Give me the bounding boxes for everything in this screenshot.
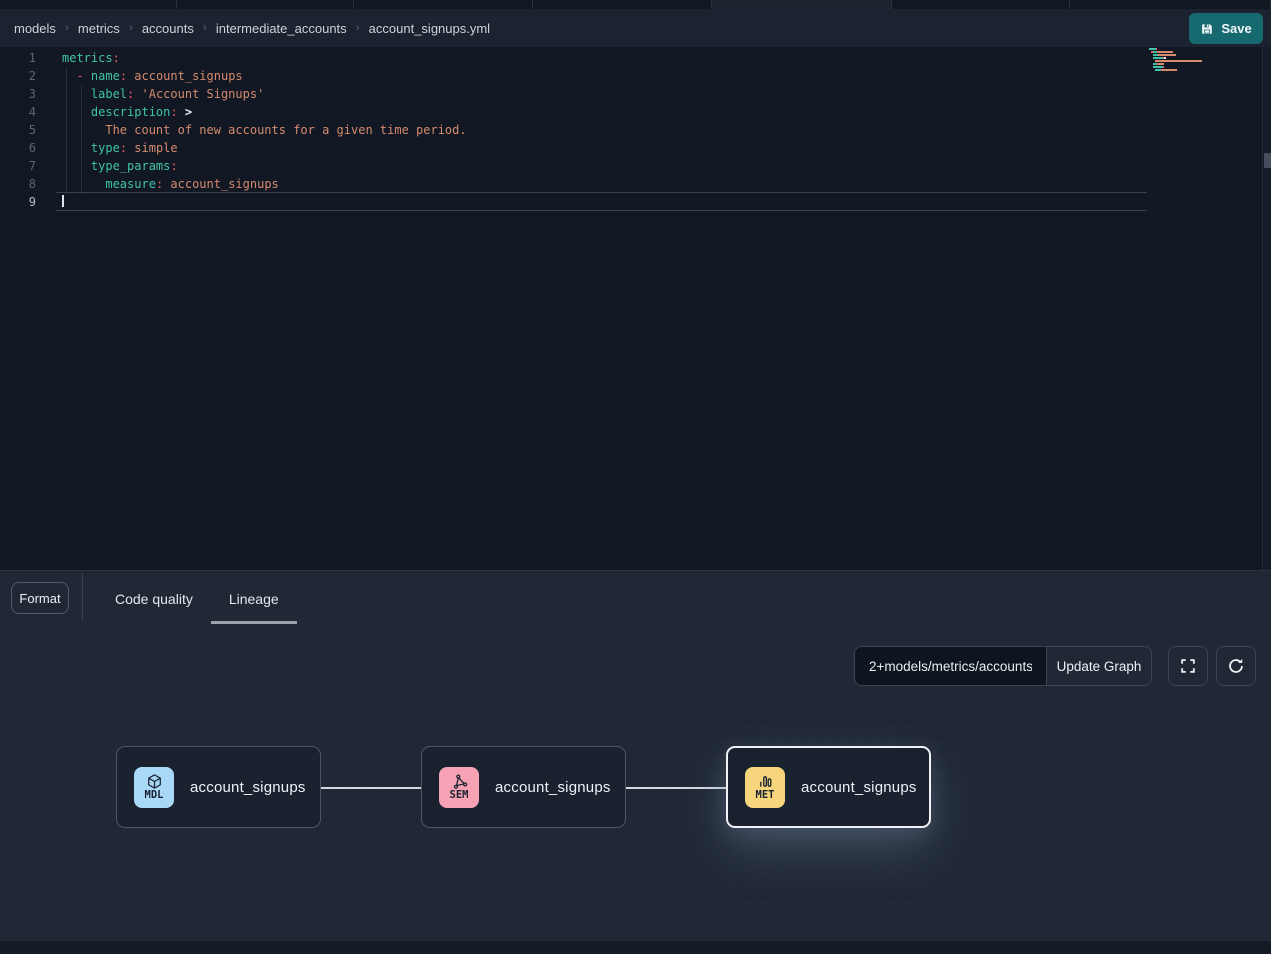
editor-scrollbar[interactable] xyxy=(1262,47,1271,570)
save-button[interactable]: Save xyxy=(1189,13,1263,44)
chevron-right-icon: › xyxy=(65,20,69,34)
code-line: type_params: xyxy=(62,157,1141,175)
save-floppy-icon xyxy=(1200,22,1214,36)
code-line xyxy=(62,193,1141,211)
breadcrumb-bar: models › metrics › accounts › intermediate_acc… xyxy=(0,9,1271,47)
minimap-line xyxy=(1149,48,1207,50)
breadcrumb-item[interactable]: account_signups.yml xyxy=(369,21,490,36)
editor-tab[interactable] xyxy=(177,0,354,9)
lineage-edge xyxy=(626,787,727,789)
graph-selector-group: Update Graph xyxy=(854,646,1152,686)
chevron-right-icon: › xyxy=(203,20,207,34)
line-number: 2 xyxy=(0,67,36,85)
minimap-line xyxy=(1149,51,1207,53)
update-graph-button[interactable]: Update Graph xyxy=(1046,647,1151,685)
refresh-icon xyxy=(1227,657,1245,675)
chevron-right-icon: › xyxy=(356,20,360,34)
lineage-toolbar: Update Graph xyxy=(854,646,1256,686)
editor-tab[interactable] xyxy=(354,0,533,9)
code-line: measure: account_signups xyxy=(62,175,1141,193)
text-cursor xyxy=(62,195,64,207)
graph-footer-strip xyxy=(0,941,1271,954)
graph-selector-input[interactable] xyxy=(855,647,1046,685)
minimap-line xyxy=(1149,54,1207,56)
line-number: 8 xyxy=(0,175,36,193)
semantic-model-icon: SEM xyxy=(439,767,479,808)
editor-tab[interactable] xyxy=(0,0,177,9)
editor-minimap[interactable] xyxy=(1149,48,1207,75)
code-line: The count of new accounts for a given ti… xyxy=(62,121,1141,139)
node-badge: MET xyxy=(756,790,775,802)
node-label: account_signups xyxy=(190,779,306,796)
fullscreen-icon xyxy=(1179,657,1197,675)
breadcrumb-item[interactable]: intermediate_accounts xyxy=(216,21,347,36)
minimap-line xyxy=(1149,66,1207,68)
panel-header-divider xyxy=(82,573,83,621)
fullscreen-button[interactable] xyxy=(1168,646,1208,686)
editor-tab-strip xyxy=(0,0,1271,9)
code-line: - name: account_signups xyxy=(62,67,1141,85)
minimap-line xyxy=(1149,72,1207,74)
format-button[interactable]: Format xyxy=(11,582,69,614)
refresh-button[interactable] xyxy=(1216,646,1256,686)
line-number: 3 xyxy=(0,85,36,103)
lineage-node-sem[interactable]: SEM account_signups xyxy=(421,746,626,828)
code-line: type: simple xyxy=(62,139,1141,157)
node-label: account_signups xyxy=(495,779,611,796)
code-content: metrics: - name: account_signups label: … xyxy=(62,49,1141,211)
editor-tab[interactable] xyxy=(712,0,892,9)
editor-tab[interactable] xyxy=(892,0,1070,9)
minimap-line xyxy=(1149,60,1207,62)
code-line: label: 'Account Signups' xyxy=(62,85,1141,103)
bottom-panel: Format Code qualityLineage Update Graph xyxy=(0,570,1271,954)
code-line: description: > xyxy=(62,103,1141,121)
code-editor[interactable]: 123456789 metrics: - name: account_signu… xyxy=(0,47,1271,570)
panel-tab-lineage[interactable]: Lineage xyxy=(211,571,297,627)
node-badge: MDL xyxy=(145,790,164,802)
lineage-node-met[interactable]: MET account_signups xyxy=(726,746,931,828)
metric-chart-icon: MET xyxy=(745,767,785,808)
minimap-line xyxy=(1149,57,1207,59)
save-button-label: Save xyxy=(1221,21,1251,36)
node-badge: SEM xyxy=(450,790,469,802)
line-number: 4 xyxy=(0,103,36,121)
line-number: 1 xyxy=(0,49,36,67)
breadcrumb-item[interactable]: models xyxy=(14,21,56,36)
line-number: 6 xyxy=(0,139,36,157)
breadcrumb-item[interactable]: metrics xyxy=(78,21,120,36)
panel-tab-code-quality[interactable]: Code quality xyxy=(97,571,211,627)
line-number: 7 xyxy=(0,157,36,175)
node-label: account_signups xyxy=(801,779,917,796)
lineage-node-mdl[interactable]: MDL account_signups xyxy=(116,746,321,828)
model-cube-icon: MDL xyxy=(134,767,174,808)
lineage-edge xyxy=(321,787,421,789)
minimap-line xyxy=(1149,69,1207,71)
chevron-right-icon: › xyxy=(129,20,133,34)
breadcrumb-item[interactable]: accounts xyxy=(142,21,194,36)
code-line: metrics: xyxy=(62,49,1141,67)
line-number: 5 xyxy=(0,121,36,139)
breadcrumb: models › metrics › accounts › intermediate_acc… xyxy=(14,9,490,47)
minimap-line xyxy=(1149,63,1207,65)
line-number-gutter: 123456789 xyxy=(0,49,36,211)
editor-tab[interactable] xyxy=(533,0,712,9)
scrollbar-handle[interactable] xyxy=(1264,153,1271,168)
editor-tab[interactable] xyxy=(1070,0,1271,9)
lineage-graph-canvas[interactable]: Update Graph xyxy=(0,631,1271,954)
line-number: 9 xyxy=(0,193,36,211)
panel-tabs: Code qualityLineage xyxy=(97,571,297,627)
